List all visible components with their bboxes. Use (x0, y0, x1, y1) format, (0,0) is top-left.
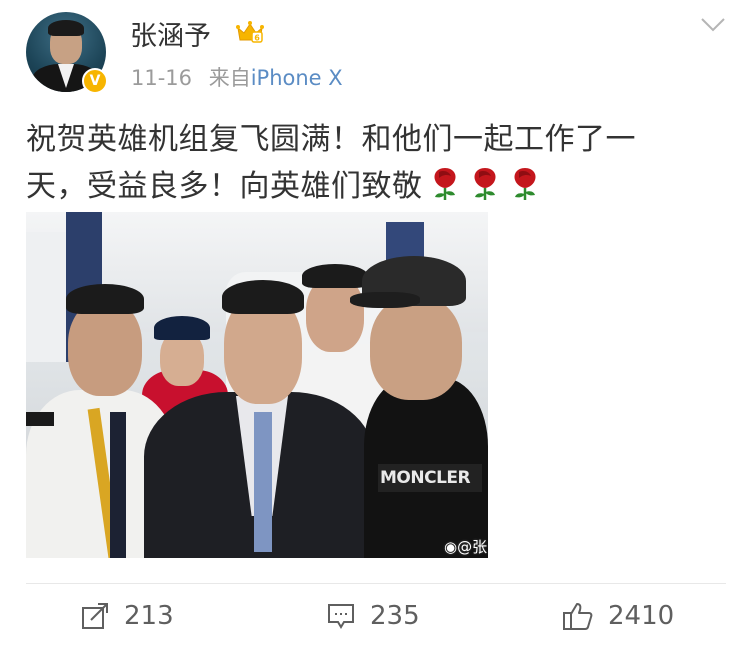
like-count: 2410 (608, 601, 675, 631)
svg-text:6: 6 (254, 34, 260, 43)
crown-vip-icon[interactable]: 6 (236, 20, 264, 44)
weibo-logo-icon: ◉ (444, 538, 458, 556)
photo-watermark: ◉@张 (444, 536, 487, 557)
source-device-link[interactable]: iPhone X (251, 66, 343, 90)
post-text-line-1: 祝贺英雄机组复飞圆满！和他们一起工作了一 (26, 122, 636, 157)
thumbs-up-icon (563, 603, 593, 630)
watermark-text: @张 (457, 538, 488, 556)
post-text-line-2-body: 天，受益良多！向英雄们致敬 (26, 169, 423, 204)
share-count: 213 (124, 601, 174, 631)
rose-icon (473, 168, 496, 200)
post-text-line-2: 天，受益良多！向英雄们致敬 (26, 163, 726, 210)
actions-divider (26, 583, 726, 584)
comment-button[interactable]: 235 (326, 596, 420, 636)
verified-badge-icon: V (82, 68, 108, 94)
post-meta: 11-16 来自iPhone X (131, 62, 343, 92)
chevron-down-icon[interactable] (700, 16, 726, 34)
shirt-print-text: MONCLER (380, 468, 471, 488)
post-source: 来自iPhone X (209, 66, 343, 90)
source-prefix: 来自 (208, 66, 251, 90)
post-text: 祝贺英雄机组复飞圆满！和他们一起工作了一 天，受益良多！向英雄们致敬 (26, 116, 726, 210)
share-icon (82, 603, 108, 629)
comment-count: 235 (370, 601, 420, 631)
rose-icon (513, 168, 536, 200)
rose-icon (433, 168, 456, 200)
author-avatar[interactable]: V (26, 12, 108, 94)
author-name[interactable]: 张涵予 (130, 14, 211, 53)
comment-icon (328, 604, 354, 629)
post-photo[interactable]: MONCLER (26, 212, 488, 558)
post-date: 11-16 (131, 66, 193, 90)
share-button[interactable]: 213 (80, 596, 174, 636)
like-button[interactable]: 2410 (562, 596, 674, 636)
